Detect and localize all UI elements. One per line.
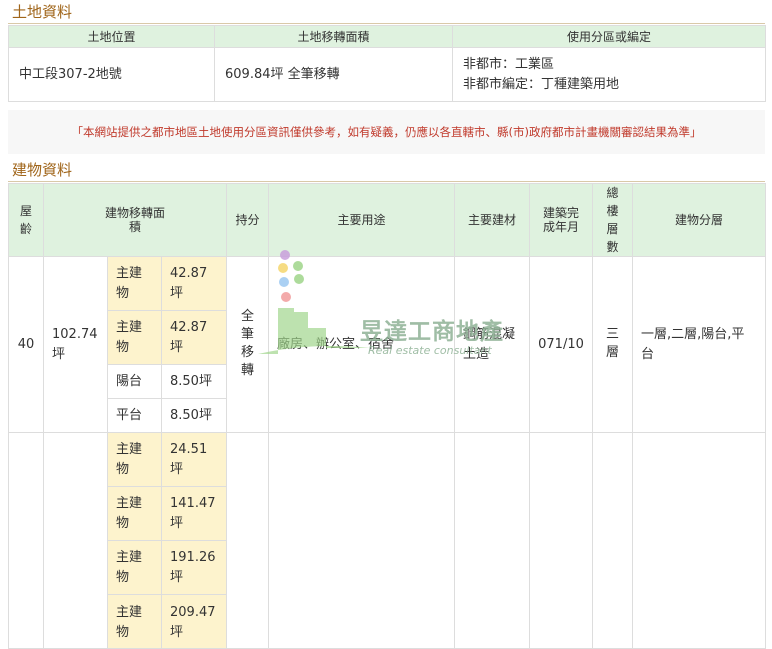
row2-levels	[632, 432, 767, 649]
row2-item1-label: 主建物	[107, 432, 162, 487]
row1-item2-label: 主建物	[107, 310, 162, 365]
header-material: 主要建材	[454, 183, 531, 257]
row2-age	[8, 432, 44, 649]
land-title-rule	[8, 23, 765, 24]
row1-item1-value: 42.87坪	[160, 256, 228, 311]
header-levels: 建物分層	[632, 183, 767, 257]
header-area: 建物移轉面積	[42, 183, 228, 257]
disclaimer-notice: 「本網站提供之都市地區土地使用分區資訊僅供參考，如有疑義，仍應以各直轄市、縣(市…	[8, 110, 765, 154]
row1-item4-value: 8.50坪	[160, 398, 228, 433]
row2-completed	[529, 432, 594, 649]
row2-use	[268, 432, 456, 649]
building-section-title: 建物資料	[12, 161, 73, 179]
row2-item3-label: 主建物	[107, 540, 162, 595]
row2-item3-value: 191.26坪	[160, 540, 228, 595]
row1-completed: 071/10	[529, 256, 594, 433]
row1-item1-label: 主建物	[107, 256, 162, 311]
header-use: 主要用途	[268, 183, 456, 257]
row2-material	[454, 432, 531, 649]
land-location: 中工段307-2地號	[8, 47, 215, 102]
row2-share	[226, 432, 270, 649]
land-zoning-line1: 非都市：工業區	[463, 56, 555, 72]
header-age: 屋齡	[8, 183, 44, 257]
land-header-zoning: 使用分區或編定	[452, 25, 766, 48]
row1-item4-label: 平台	[107, 398, 162, 433]
row1-item2-value: 42.87坪	[160, 310, 228, 365]
header-completed: 建築完成年月	[529, 183, 594, 257]
land-zoning: 非都市：工業區 非都市編定：丁種建築用地	[452, 47, 766, 102]
row1-material: 鋼筋混凝土造	[454, 256, 531, 433]
row2-item2-label: 主建物	[107, 486, 162, 541]
building-table: 屋齡 建物移轉面積 持分 主要用途 主要建材 建築完成年月 總樓層數 建物分層 …	[8, 183, 767, 649]
row2-item1-value: 24.51坪	[160, 432, 228, 487]
row1-floors: 三層	[592, 256, 634, 433]
land-area: 609.84坪 全筆移轉	[214, 47, 453, 102]
building-title-rule	[8, 181, 765, 182]
row2-item4-value: 209.47坪	[160, 594, 228, 649]
land-header-area: 土地移轉面積	[214, 25, 453, 48]
header-floors: 總樓層數	[592, 183, 634, 257]
land-table: 土地位置 土地移轉面積 使用分區或編定 中工段307-2地號 609.84坪 全…	[8, 25, 766, 102]
row2-total-area	[43, 432, 108, 649]
row1-total-area: 102.74坪	[43, 256, 108, 433]
row1-share: 全筆移轉	[226, 256, 270, 433]
row2-floors	[592, 432, 634, 649]
row1-use: 廠房、辦公室、宿舍	[268, 256, 456, 433]
row2-item4-label: 主建物	[107, 594, 162, 649]
row1-levels: 一層,二層,陽台,平台	[632, 256, 767, 433]
land-section-title: 土地資料	[12, 3, 73, 21]
row1-age: 40	[8, 256, 44, 433]
row1-item3-label: 陽台	[107, 364, 162, 399]
land-header-location: 土地位置	[8, 25, 215, 48]
row1-item3-value: 8.50坪	[160, 364, 228, 399]
header-share: 持分	[226, 183, 270, 257]
land-zoning-line2: 非都市編定：丁種建築用地	[463, 76, 620, 92]
row2-item2-value: 141.47坪	[160, 486, 228, 541]
